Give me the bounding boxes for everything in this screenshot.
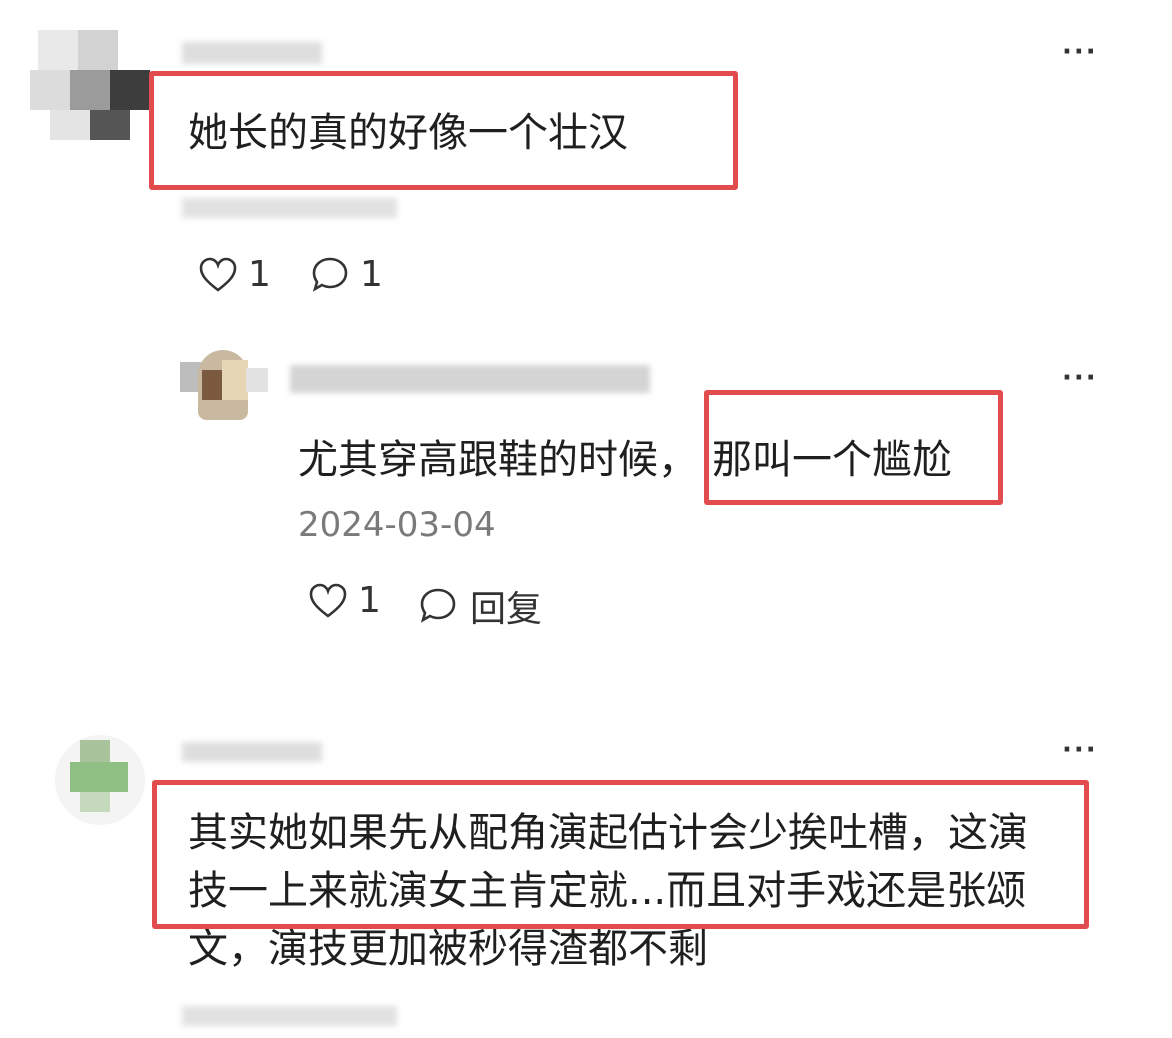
username-blurred[interactable] bbox=[182, 742, 322, 762]
like-count: 1 bbox=[358, 580, 381, 621]
reply-count: 1 bbox=[360, 254, 383, 295]
highlight-box bbox=[152, 780, 1089, 929]
highlight-box bbox=[149, 71, 738, 190]
username-blurred[interactable] bbox=[182, 42, 322, 64]
ellipsis-icon[interactable]: ··· bbox=[1062, 365, 1098, 391]
meta-blurred bbox=[182, 198, 397, 218]
avatar[interactable] bbox=[180, 350, 270, 420]
like-count: 1 bbox=[248, 254, 271, 295]
reply-label: 回复 bbox=[470, 589, 543, 630]
reply-date: 2024-03-04 bbox=[298, 505, 496, 545]
comment-bubble-icon bbox=[312, 257, 348, 292]
avatar[interactable] bbox=[30, 30, 150, 150]
highlight-box bbox=[704, 390, 1003, 505]
heart-icon bbox=[309, 583, 347, 618]
ellipsis-icon[interactable]: ··· bbox=[1062, 737, 1098, 763]
meta-blurred bbox=[182, 1006, 397, 1026]
reply-count-button[interactable]: 1 bbox=[310, 254, 383, 295]
comment-bubble-icon bbox=[420, 588, 456, 623]
reply-text-part1: 尤其穿高跟鞋的时候， bbox=[298, 437, 698, 483]
like-button[interactable]: 1 bbox=[308, 580, 381, 621]
avatar[interactable] bbox=[55, 735, 145, 825]
reply-button[interactable]: 回复 bbox=[418, 580, 542, 632]
ellipsis-icon[interactable]: ··· bbox=[1062, 39, 1098, 65]
username-blurred[interactable] bbox=[290, 365, 650, 393]
heart-icon bbox=[199, 257, 237, 292]
like-button[interactable]: 1 bbox=[198, 254, 271, 295]
